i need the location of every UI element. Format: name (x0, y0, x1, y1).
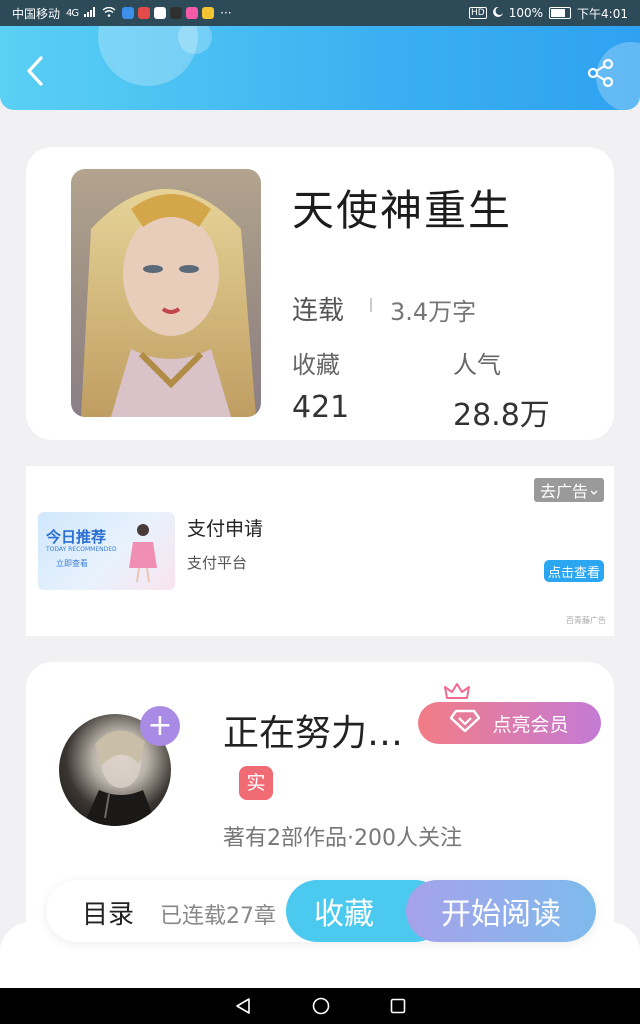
vip-membership-button[interactable]: 点亮会员 (418, 702, 601, 744)
status-left: 中国移动 4G ··· (12, 5, 232, 22)
book-cover-image[interactable] (71, 169, 261, 417)
ad-banner[interactable]: 去广告 今日推荐 TODAY RECOMMENDED 立即查看 支付申请 支付平… (26, 466, 614, 636)
author-name[interactable]: 正在努力… (223, 704, 403, 756)
carrier-name: 中国移动 (12, 6, 61, 21)
share-icon (586, 58, 616, 92)
ad-view-button[interactable]: 点击查看 (543, 560, 604, 582)
wifi-icon (102, 6, 116, 20)
signal-indicator: 4G (66, 7, 79, 19)
remove-ad-button[interactable]: 去广告 (533, 478, 604, 502)
app-notification-icon (170, 7, 183, 19)
share-button[interactable] (584, 58, 618, 92)
diamond-icon (450, 709, 481, 738)
more-notifications-icon: ··· (220, 6, 232, 20)
popularity-label: 人气 (453, 351, 501, 379)
start-reading-button[interactable]: 开始阅读 (406, 880, 596, 942)
chapter-count[interactable]: 已连载27章 (160, 898, 276, 930)
app-notification-icon (122, 7, 135, 19)
verified-badge: 实 (239, 766, 273, 800)
back-button[interactable] (18, 56, 52, 90)
signal-bars-icon (84, 6, 96, 20)
nav-home-icon[interactable] (312, 997, 330, 1015)
notification-app-icons (122, 7, 215, 19)
table-of-contents-button[interactable]: 目录 (82, 894, 134, 931)
follow-author-button[interactable]: + (140, 706, 180, 746)
collect-label: 收藏 (292, 351, 340, 379)
book-title: 天使神重生 (292, 186, 513, 235)
book-status: 连载 (292, 296, 345, 326)
ad-title[interactable]: 支付申请 (187, 514, 263, 541)
decor-bubble (178, 26, 212, 54)
moon-icon (492, 6, 503, 20)
ad-illustration-girl-icon (129, 524, 157, 583)
chevron-left-icon (25, 55, 45, 91)
ad-image[interactable]: 今日推荐 TODAY RECOMMENDED 立即查看 (38, 512, 175, 590)
vip-button-label: 点亮会员 (492, 713, 569, 736)
hd-icon: HD (469, 7, 487, 19)
ad-image-subtitle: TODAY RECOMMENDED (46, 546, 117, 553)
battery-level: 100% (508, 6, 544, 20)
ad-image-title: 今日推荐 (46, 528, 107, 546)
book-info-card: 天使神重生 连载 3.4万字 收藏 人气 421 28.8万 (26, 147, 614, 440)
book-word-count: 3.4万字 (390, 298, 477, 326)
remove-ad-label: 去广告 (539, 482, 588, 501)
collect-count: 421 (292, 390, 350, 425)
app-notification-icon (202, 7, 215, 19)
divider (370, 298, 372, 312)
bottom-action-bar: 目录 已连载27章 收藏 开始阅读 (46, 880, 596, 942)
top-header (0, 26, 640, 110)
app-notification-icon (138, 7, 151, 19)
status-bar: 中国移动 4G ··· HD 100% 下午4:01 (0, 0, 640, 26)
app-notification-icon (154, 7, 167, 19)
battery-icon (549, 7, 572, 19)
ad-image-cta: 立即查看 (56, 559, 88, 568)
nav-recents-icon[interactable] (390, 998, 406, 1014)
ad-subtitle: 支付平台 (187, 554, 248, 572)
clock: 下午4:01 (577, 6, 628, 21)
system-navigation-bar (0, 988, 640, 1024)
status-right: HD 100% 下午4:01 (469, 5, 628, 22)
popularity-count: 28.8万 (453, 398, 550, 433)
app-notification-icon (186, 7, 199, 19)
ad-source-label: 百青藤广告 (566, 616, 606, 625)
chevron-down-icon (590, 481, 598, 500)
author-works-info: 著有2部作品·200人关注 (223, 826, 462, 851)
nav-back-icon[interactable] (234, 997, 252, 1015)
